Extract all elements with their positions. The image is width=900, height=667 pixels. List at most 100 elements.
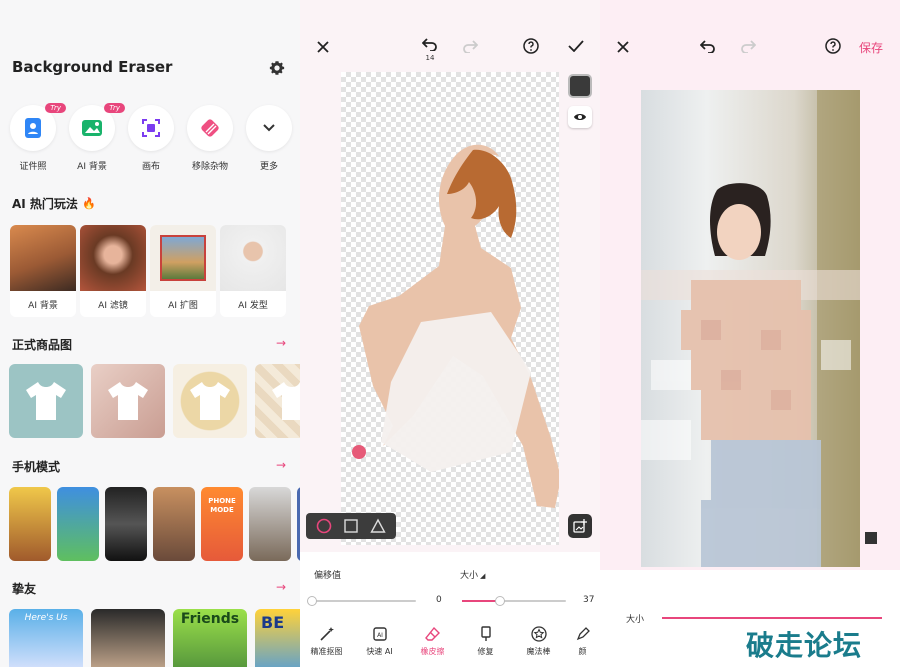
star-wand-icon: [530, 626, 547, 642]
result-photo[interactable]: [641, 90, 860, 567]
transparent-canvas[interactable]: [341, 72, 559, 545]
hot-card-ai-filter[interactable]: AI 滤镜: [80, 225, 146, 317]
tab-label: 橡皮擦: [420, 647, 445, 656]
friends-more-arrow-icon[interactable]: →: [276, 580, 286, 594]
tool-remove-objects[interactable]: 移除杂物: [185, 105, 235, 172]
friends-card[interactable]: BE: [255, 609, 300, 667]
save-button[interactable]: 保存: [859, 39, 883, 56]
cutout-subject: [352, 144, 559, 508]
help-icon[interactable]: [522, 37, 540, 55]
phone-card[interactable]: [153, 487, 195, 561]
confirm-check-icon[interactable]: [566, 38, 586, 54]
color-swatch[interactable]: [568, 74, 592, 98]
square-shape-icon[interactable]: [343, 518, 359, 534]
offset-slider-knob[interactable]: [307, 596, 317, 606]
hot-card-ai-background[interactable]: AI 背景: [10, 225, 76, 317]
card-image: [220, 225, 286, 291]
card-image: [80, 225, 146, 291]
section-title: 手机模式: [12, 460, 61, 474]
section-hot: AI 热门玩法 🔥: [12, 195, 96, 212]
offset-slider[interactable]: [307, 596, 416, 606]
card-image: [10, 225, 76, 291]
brush-cursor: [352, 445, 366, 459]
tool-ai-background[interactable]: Try AI 背景: [67, 103, 125, 172]
eraser-icon: [424, 626, 440, 641]
triangle-shape-icon[interactable]: [370, 518, 386, 534]
undo-icon[interactable]: [698, 38, 718, 54]
size-slider-knob[interactable]: [495, 596, 506, 606]
offset-value: 0: [436, 595, 442, 605]
ai-background-icon: [82, 120, 102, 136]
phone-more-arrow-icon[interactable]: →: [276, 458, 286, 472]
circle-shape-icon[interactable]: [316, 518, 332, 534]
try-badge: Try: [45, 103, 66, 113]
product-row: [9, 364, 300, 438]
help-icon[interactable]: [824, 37, 842, 55]
phone-card[interactable]: PHONE MODE: [201, 487, 243, 561]
tab-label: 魔法棒: [526, 647, 551, 656]
brush-pen-icon: [480, 626, 491, 641]
product-card[interactable]: [9, 364, 83, 438]
card-image: [150, 225, 216, 291]
fire-icon: 🔥: [81, 197, 96, 210]
phone-card[interactable]: [105, 487, 147, 561]
product-card[interactable]: [255, 364, 300, 438]
size-slider[interactable]: [662, 617, 882, 619]
dropdown-triangle-icon: ◢: [480, 572, 486, 580]
magic-wand-sparkle-icon: [319, 627, 334, 641]
tool-id-photo[interactable]: Try 证件照: [8, 103, 66, 172]
tab-repair[interactable]: 修复: [459, 626, 512, 657]
size-slider[interactable]: [462, 596, 566, 606]
tool-ai-background-circle: Try: [69, 103, 125, 151]
tab-magic-wand[interactable]: 魔法棒: [512, 626, 565, 657]
product-card[interactable]: [91, 364, 165, 438]
tab-quick-ai[interactable]: AI 快速 AI: [353, 626, 406, 657]
hot-card-ai-hairstyle[interactable]: AI 发型: [220, 225, 286, 317]
tool-label: 移除杂物: [191, 162, 228, 172]
close-icon[interactable]: [314, 38, 332, 56]
card-label: AI 滤镜: [98, 300, 128, 311]
tab-precise-cutout[interactable]: 精准抠图: [300, 626, 353, 657]
friends-card[interactable]: Friends: [173, 609, 247, 667]
tool-canvas[interactable]: 画布: [126, 105, 176, 172]
product-more-arrow-icon[interactable]: →: [276, 336, 286, 350]
compare-icon[interactable]: [865, 532, 877, 544]
home-screen: Background Eraser Try 证件照 Try AI 背景 画布 移…: [0, 0, 300, 667]
section-friends: 挚友: [12, 580, 36, 597]
add-image-icon[interactable]: [568, 514, 592, 538]
offset-label: 偏移值: [314, 571, 342, 581]
redo-icon[interactable]: [460, 38, 480, 54]
phone-card[interactable]: [57, 487, 99, 561]
section-title: 挚友: [12, 582, 37, 596]
chevron-down-icon: [263, 124, 275, 132]
size-label: 大小 ◢: [460, 568, 485, 581]
card-label: AI 发型: [238, 300, 268, 311]
tab-label: 修复: [477, 647, 494, 656]
canvas-crop-icon: [142, 119, 160, 137]
hot-card-ai-expand[interactable]: AI 扩图: [150, 225, 216, 317]
friends-row: Here's Us Friends BE: [9, 609, 300, 667]
tab-eraser[interactable]: 橡皮擦: [406, 626, 459, 657]
product-card[interactable]: [173, 364, 247, 438]
eraser-stripes-icon: [201, 119, 219, 137]
editor-tool-tabs: 精准抠图 AI 快速 AI 橡皮擦 修复 魔法棒 颜: [300, 626, 600, 657]
phone-card[interactable]: [249, 487, 291, 561]
tab-color[interactable]: 颜: [565, 626, 600, 657]
size-label-text: 大小: [460, 571, 479, 581]
close-icon[interactable]: [614, 38, 632, 56]
tab-label: 颜: [578, 647, 587, 656]
section-product: 正式商品图: [12, 336, 72, 353]
friends-card[interactable]: Here's Us: [9, 609, 83, 667]
phone-card[interactable]: [9, 487, 51, 561]
redo-icon[interactable]: [738, 38, 758, 54]
settings-gear-icon[interactable]: [266, 57, 288, 79]
tool-more[interactable]: 更多: [244, 105, 294, 172]
tool-label: 证件照: [19, 162, 47, 172]
undo-button[interactable]: 14: [420, 36, 440, 62]
preview-eye-icon[interactable]: [568, 106, 592, 128]
phone-card-caption: PHONE MODE: [208, 497, 236, 514]
result-subject: [641, 90, 860, 567]
forum-watermark: 破走论坛: [746, 629, 863, 662]
tool-label: 画布: [141, 162, 160, 172]
friends-card[interactable]: [91, 609, 165, 667]
